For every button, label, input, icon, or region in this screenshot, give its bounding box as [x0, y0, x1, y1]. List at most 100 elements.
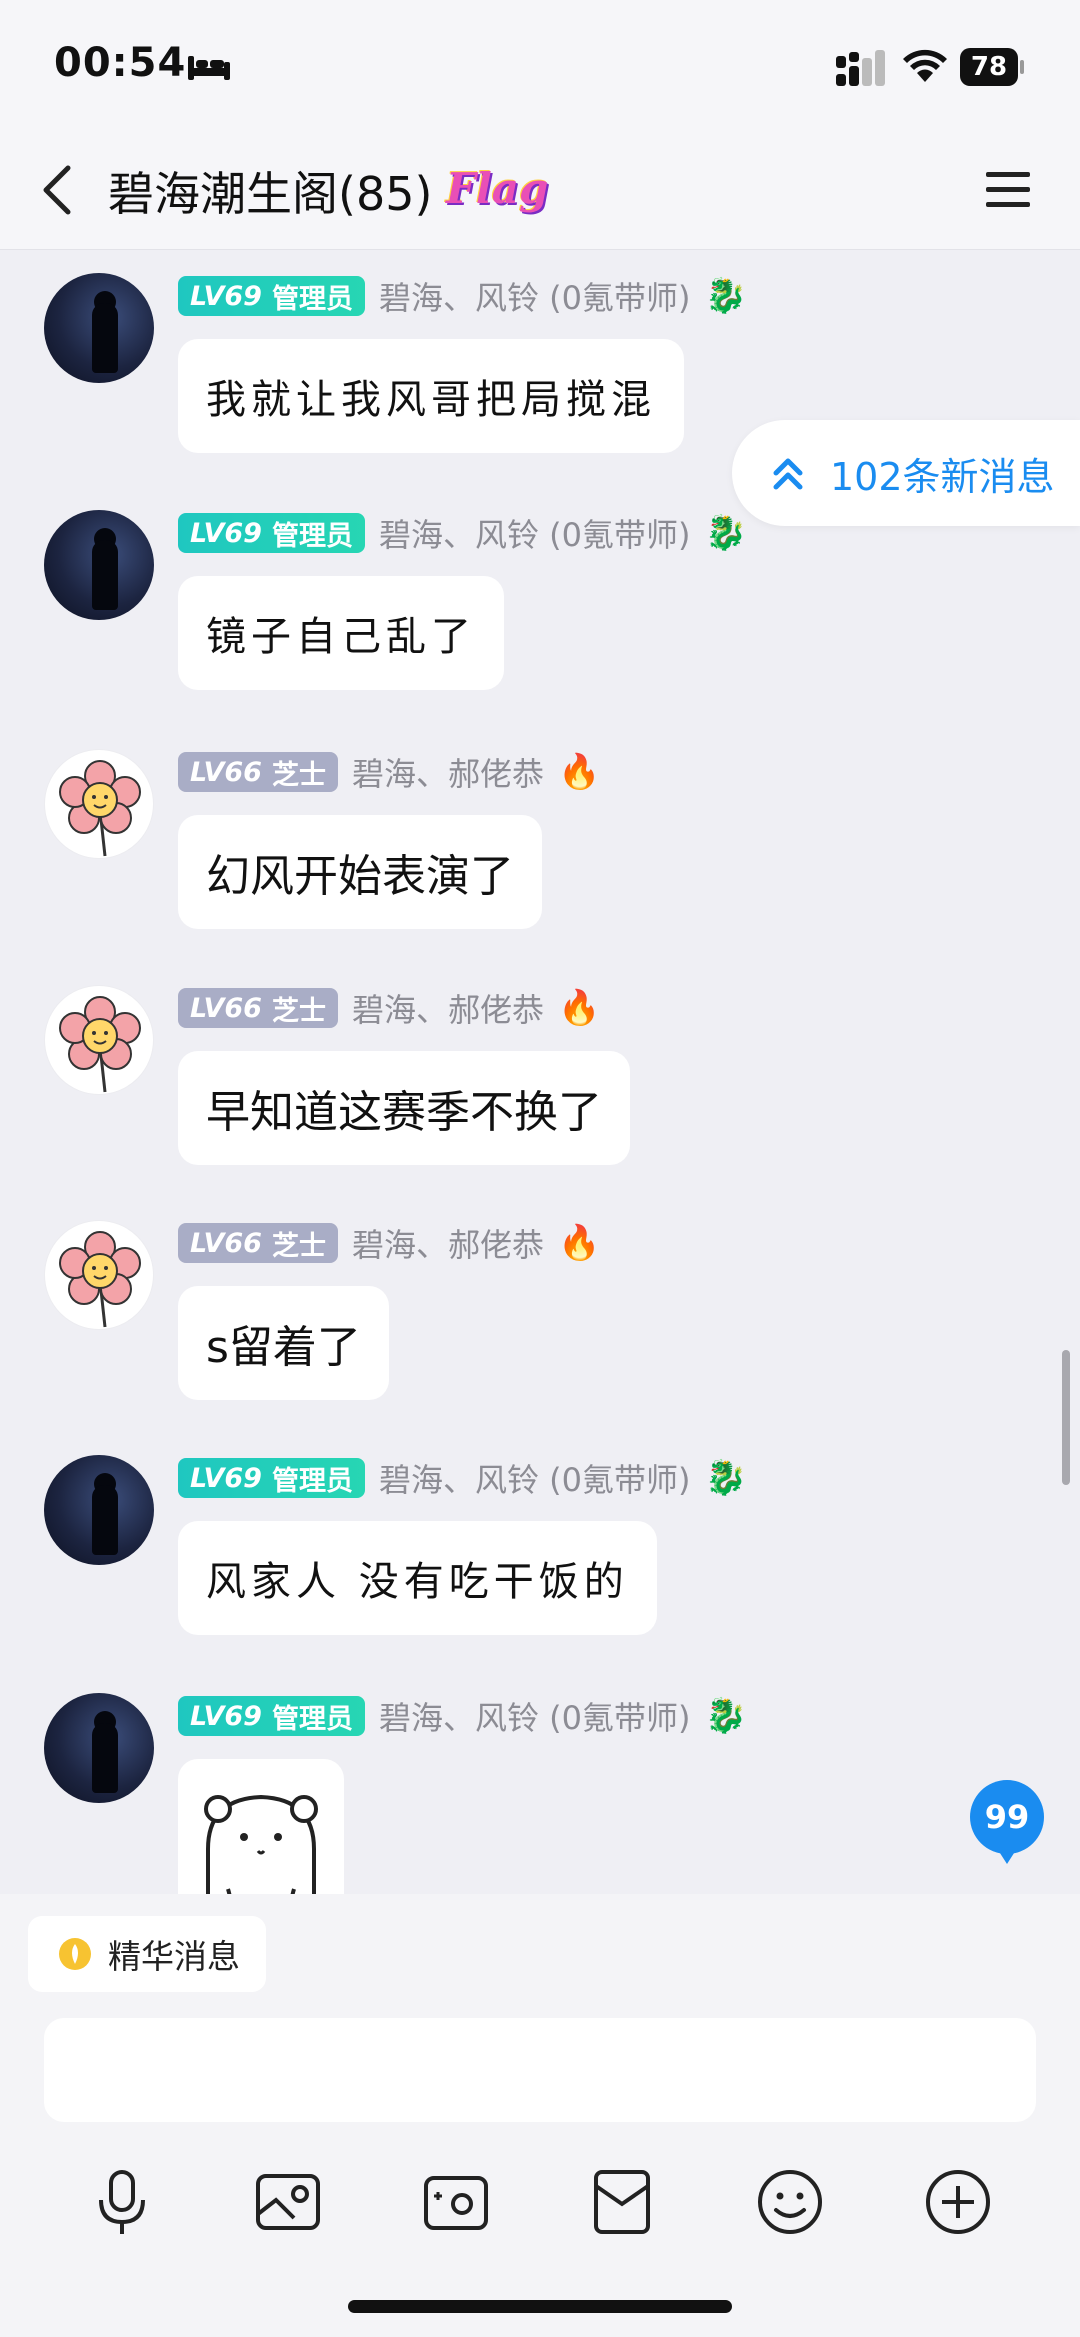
avatar[interactable]	[44, 985, 154, 1095]
level-text: LV69	[190, 517, 262, 549]
message-bubble[interactable]: 镜子自己乱了	[178, 576, 504, 690]
red-packet-button[interactable]	[584, 2164, 660, 2240]
message-item: LV66 芝士 碧海、郝佬恭 🔥 s留着了	[0, 1206, 1080, 1426]
role-text: 芝士	[271, 1230, 326, 1262]
sender-nickname[interactable]: 碧海、风铃 (0氪带师)	[379, 273, 691, 319]
chat-header: 碧海潮生阁(85) Flag	[0, 130, 1080, 250]
cellular-signal-icon	[836, 50, 885, 86]
voice-button[interactable]	[84, 2164, 160, 2240]
flower-avatar-icon	[59, 760, 141, 857]
battery-tip	[1020, 60, 1024, 74]
battery-level: 78	[960, 48, 1018, 86]
sender-nickname[interactable]: 碧海、风铃 (0氪带师)	[379, 1693, 691, 1739]
level-text: LV66	[190, 992, 262, 1024]
double-chevron-up-icon	[773, 458, 803, 490]
battery-indicator: 78	[960, 48, 1024, 86]
new-messages-button[interactable]: 102条新消息	[732, 420, 1080, 526]
message-bubble[interactable]: 幻风开始表演了	[178, 815, 542, 929]
avatar[interactable]	[44, 273, 154, 383]
level-badge: LV69 管理员	[178, 1458, 365, 1498]
level-badge: LV66 芝士	[178, 752, 338, 792]
message-bubble[interactable]: 早知道这赛季不换了	[178, 1051, 630, 1165]
sender-nickname[interactable]: 碧海、郝佬恭	[352, 985, 544, 1031]
message-bubble[interactable]: 我就让我风哥把局搅混	[178, 339, 684, 453]
status-bar: 00:54 78	[0, 0, 1080, 130]
dragon-badge-icon: 🐉	[704, 276, 747, 316]
group-title[interactable]: 碧海潮生阁(85)	[108, 158, 432, 224]
avatar[interactable]	[44, 1693, 154, 1803]
message-meta: LV66 芝士 碧海、郝佬恭 🔥	[178, 1222, 600, 1264]
home-indicator[interactable]	[348, 2300, 732, 2313]
level-text: LV69	[190, 280, 262, 312]
dragon-badge-icon: 🐉	[704, 1458, 747, 1498]
level-text: LV66	[190, 1227, 262, 1259]
back-arrow-icon[interactable]	[36, 160, 80, 220]
fire-badge-icon: 🔥	[557, 1223, 601, 1263]
avatar[interactable]	[44, 749, 154, 859]
red-packet-icon	[594, 2170, 650, 2234]
message-item: LV66 芝士 碧海、郝佬恭 🔥 幻风开始表演了	[0, 735, 1080, 955]
message-item: LV69 管理员 碧海、风铃 (0氪带师) 🐉 镜子自己乱了	[0, 496, 1080, 716]
emoji-button[interactable]	[752, 2164, 828, 2240]
sender-nickname[interactable]: 碧海、郝佬恭	[352, 749, 544, 795]
message-meta: LV69 管理员 碧海、风铃 (0氪带师) 🐉	[178, 512, 747, 554]
unread-count-badge[interactable]: 99	[970, 1780, 1044, 1864]
essence-messages-button[interactable]: 精华消息	[28, 1916, 266, 1992]
message-meta: LV69 管理员 碧海、风铃 (0氪带师) 🐉	[178, 1457, 747, 1499]
photo-button[interactable]	[250, 2164, 326, 2240]
image-icon	[256, 2174, 320, 2230]
message-input[interactable]	[44, 2018, 1036, 2122]
message-meta: LV69 管理员 碧海、风铃 (0氪带师) 🐉	[178, 275, 747, 317]
message-bubble[interactable]: 风家人 没有吃干饭的	[178, 1521, 657, 1635]
level-badge: LV69 管理员	[178, 513, 365, 553]
message-item: LV66 芝士 碧海、郝佬恭 🔥 早知道这赛季不换了	[0, 971, 1080, 1191]
dragon-badge-icon: 🐉	[704, 1696, 747, 1736]
microphone-icon	[99, 2170, 145, 2234]
sticker-message[interactable]	[178, 1759, 344, 1894]
sleep-mode-icon	[188, 56, 230, 80]
message-meta: LV66 芝士 碧海、郝佬恭 🔥	[178, 751, 600, 793]
level-badge: LV69 管理员	[178, 1696, 365, 1736]
camera-icon	[424, 2176, 488, 2230]
flag-badge: Flag	[446, 164, 549, 213]
sender-nickname[interactable]: 碧海、风铃 (0氪带师)	[379, 510, 691, 556]
avatar[interactable]	[44, 1455, 154, 1565]
essence-label: 精华消息	[108, 1937, 240, 1976]
level-text: LV69	[190, 1462, 262, 1494]
level-badge: LV69 管理员	[178, 276, 365, 316]
message-meta: LV66 芝士 碧海、郝佬恭 🔥	[178, 987, 600, 1029]
emoji-icon	[758, 2170, 822, 2234]
avatar[interactable]	[44, 1220, 154, 1330]
fire-badge-icon: 🔥	[557, 752, 601, 792]
more-button[interactable]	[920, 2164, 996, 2240]
essence-gem-icon	[59, 1938, 91, 1970]
level-badge: LV66 芝士	[178, 1223, 338, 1263]
avatar[interactable]	[44, 510, 154, 620]
message-meta: LV69 管理员 碧海、风铃 (0氪带师) 🐉	[178, 1695, 747, 1737]
wifi-icon	[903, 49, 947, 82]
role-text: 芝士	[271, 995, 326, 1027]
bear-sticker-icon	[204, 1794, 318, 1894]
level-text: LV66	[190, 756, 262, 788]
sender-nickname[interactable]: 碧海、风铃 (0氪带师)	[379, 1455, 691, 1501]
new-messages-label: 102条新消息	[830, 454, 1055, 499]
plus-icon	[926, 2170, 990, 2234]
input-toolbar	[0, 2144, 1080, 2264]
camera-button[interactable]	[418, 2164, 494, 2240]
level-badge: LV66 芝士	[178, 988, 338, 1028]
message-bubble[interactable]: s留着了	[178, 1286, 389, 1400]
role-text: 管理员	[271, 520, 353, 552]
sender-nickname[interactable]: 碧海、郝佬恭	[352, 1220, 544, 1266]
fire-badge-icon: 🔥	[557, 988, 601, 1028]
flower-avatar-icon	[59, 1231, 141, 1328]
role-text: 管理员	[271, 1703, 353, 1735]
role-text: 管理员	[271, 283, 353, 315]
dragon-badge-icon: 🐉	[704, 513, 747, 553]
input-panel: 精华消息	[0, 1894, 1080, 2337]
message-item: LV69 管理员 碧海、风铃 (0氪带师) 🐉	[0, 1679, 1080, 1894]
menu-icon[interactable]	[984, 168, 1032, 212]
level-text: LV69	[190, 1700, 262, 1732]
role-text: 芝士	[271, 759, 326, 791]
scrollbar[interactable]	[1062, 1350, 1070, 1485]
flower-avatar-icon	[59, 996, 141, 1093]
